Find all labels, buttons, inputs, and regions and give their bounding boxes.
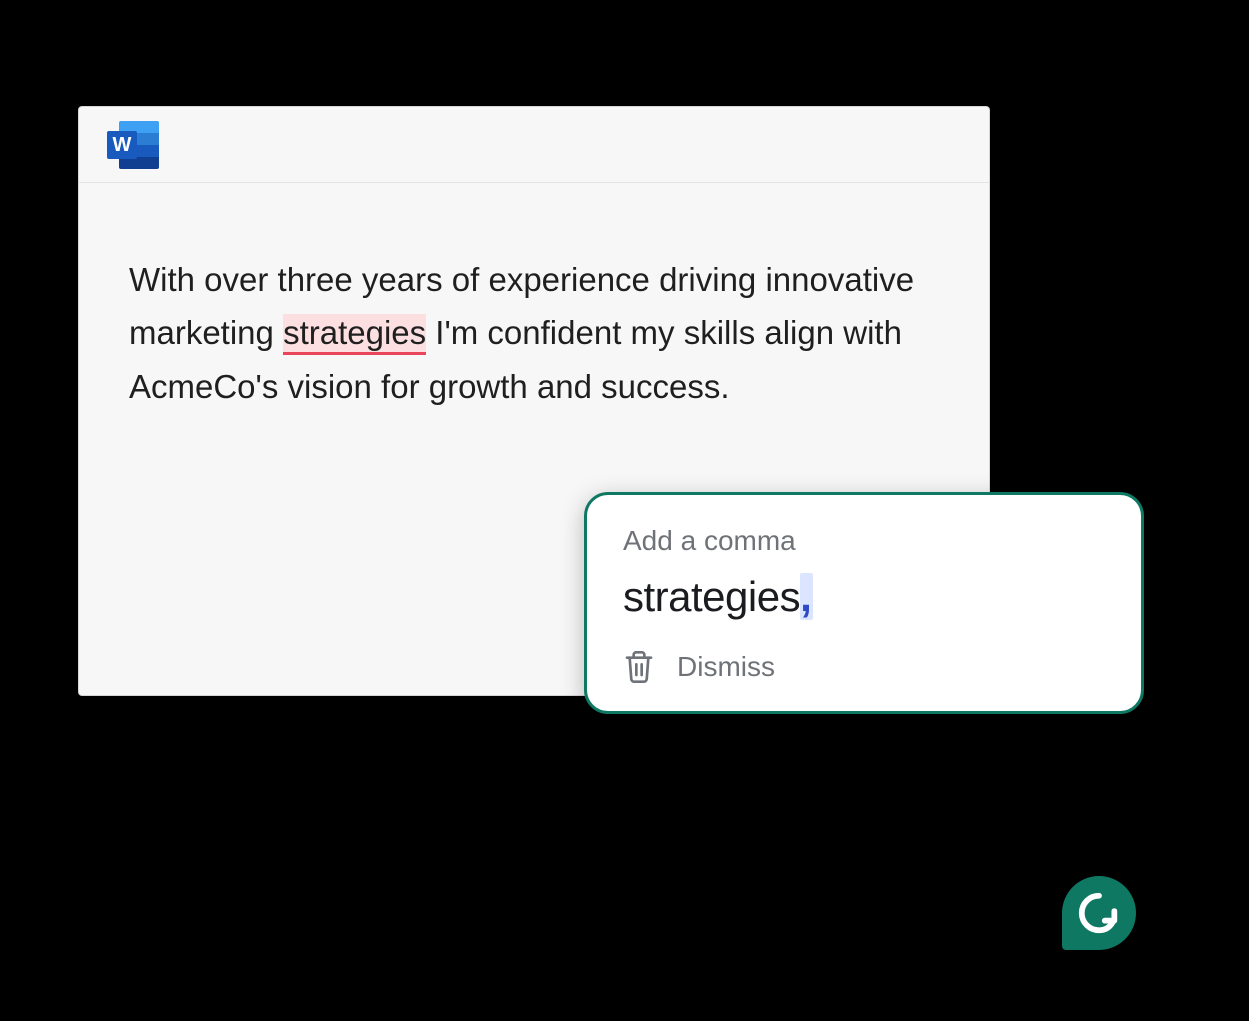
suggestion-popup[interactable]: Add a comma strategies, Dismiss [584,492,1144,714]
inserted-punctuation: , [800,573,813,620]
dismiss-button[interactable]: Dismiss [623,649,1105,685]
grammarly-badge-icon[interactable] [1062,876,1136,950]
trash-icon [623,649,655,685]
suggestion-correction[interactable]: strategies, [623,573,1105,621]
dismiss-label: Dismiss [677,651,775,683]
flagged-word[interactable]: strategies [283,314,426,355]
document-header: W [79,107,989,183]
suggestion-title: Add a comma [623,525,1105,557]
document-body[interactable]: With over three years of experience driv… [79,183,989,443]
word-app-icon-letter: W [107,131,137,159]
corrected-word: strategies [623,573,800,620]
word-app-icon: W [107,121,159,169]
